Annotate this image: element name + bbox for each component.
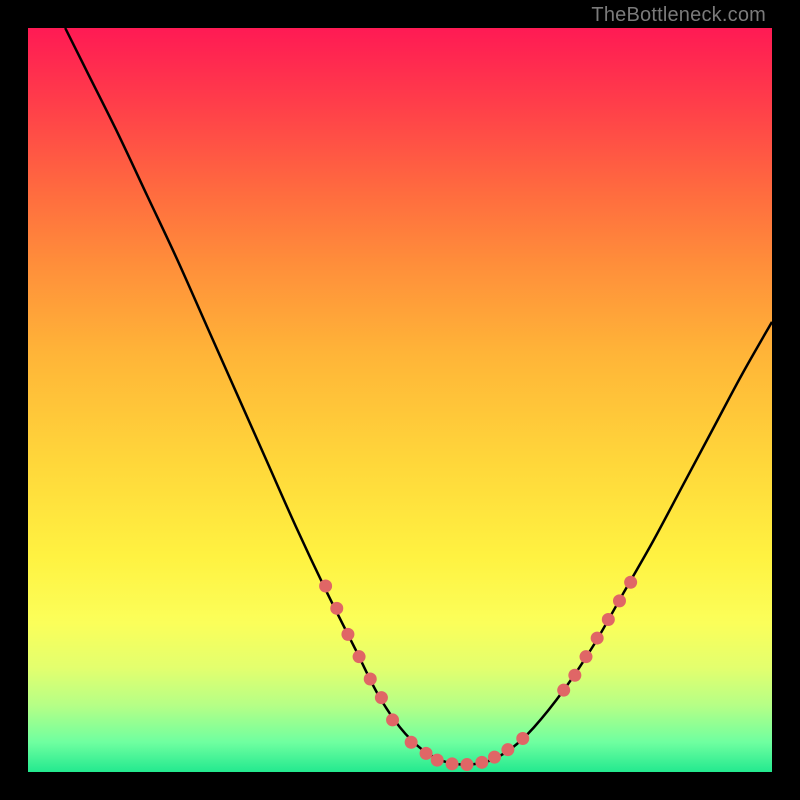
curve-marker (501, 743, 514, 756)
curve-marker (341, 628, 354, 641)
curve-marker (431, 754, 444, 767)
curve-marker (446, 757, 459, 770)
curve-marker (602, 613, 615, 626)
curve-marker (330, 602, 343, 615)
curve-marker (386, 713, 399, 726)
curve-marker (364, 673, 377, 686)
curve-marker (420, 747, 433, 760)
curve-marker (460, 758, 473, 771)
attribution-text: TheBottleneck.com (591, 4, 766, 27)
curve-marker (568, 669, 581, 682)
curve-marker (557, 684, 570, 697)
curve-marker (580, 650, 593, 663)
chart-svg (28, 28, 772, 772)
curve-marker (375, 691, 388, 704)
bottleneck-curve (65, 28, 772, 765)
curve-marker (353, 650, 366, 663)
curve-marker (405, 736, 418, 749)
curve-marker (319, 580, 332, 593)
curve-marker (488, 751, 501, 764)
curve-marker (624, 576, 637, 589)
curve-marker (613, 594, 626, 607)
curve-marker (516, 732, 529, 745)
curve-marker (475, 756, 488, 769)
outer-frame: TheBottleneck.com (0, 0, 800, 800)
curve-marker (591, 632, 604, 645)
